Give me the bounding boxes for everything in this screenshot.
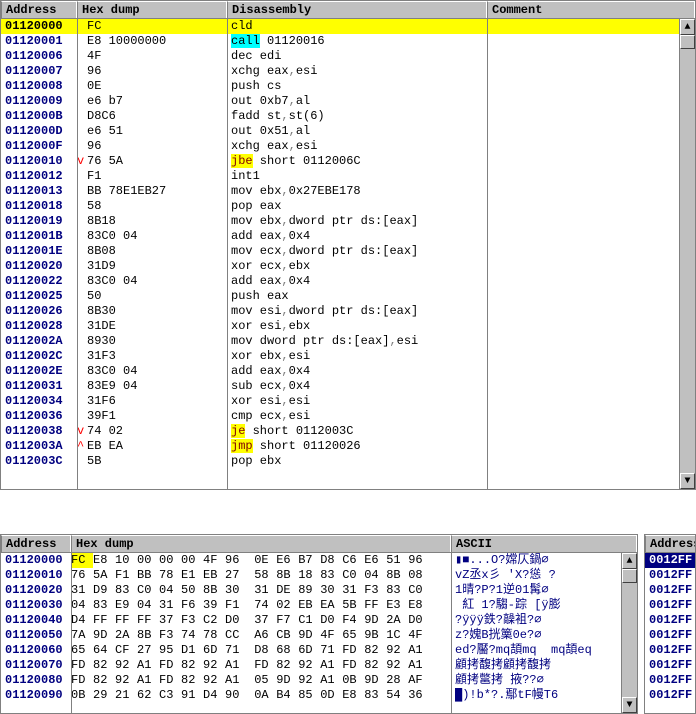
disasm-row[interactable]: 0112001B 83C0 04add eax,0x4 (1, 229, 695, 244)
stack-header: Address (645, 535, 695, 553)
col-disassembly[interactable]: Disassembly (227, 1, 487, 18)
divider (71, 553, 72, 713)
scroll-up-icon[interactable]: ▲ (622, 553, 637, 569)
scrollbar-vertical[interactable]: ▲ ▼ (621, 553, 637, 713)
col-address[interactable]: Address (1, 535, 71, 552)
disasm-header: Address Hex dump Disassembly Comment (1, 1, 695, 19)
stack-row[interactable]: 0012FF (645, 583, 695, 598)
col-hexdump[interactable]: Hex dump (77, 1, 227, 18)
disassembly-pane[interactable]: Address Hex dump Disassembly Comment 011… (0, 0, 696, 490)
disasm-row[interactable]: 01120012 F1int1 (1, 169, 695, 184)
disasm-row[interactable]: 01120026 8B30mov esi,dword ptr ds:[eax] (1, 304, 695, 319)
disasm-row[interactable]: 01120038v74 02je short 0112003C (1, 424, 695, 439)
divider (77, 19, 78, 489)
scroll-down-icon[interactable]: ▼ (680, 473, 695, 489)
scrollbar-vertical[interactable]: ▲ ▼ (679, 19, 695, 489)
disasm-row[interactable]: 0112002C 31F3xor ebx,esi (1, 349, 695, 364)
hexdump-rows[interactable]: 01120000FCE8100000004F96 0EE6B7D8C6E6519… (1, 553, 637, 703)
stack-row[interactable]: 0012FF (645, 553, 695, 568)
stack-row[interactable]: 0012FF (645, 568, 695, 583)
divider (451, 553, 452, 713)
hexdump-pane[interactable]: Address Hex dump ASCII 01120000FCE810000… (0, 534, 638, 714)
disasm-row[interactable]: 01120019 8B18mov ebx,dword ptr ds:[eax] (1, 214, 695, 229)
hex-row[interactable]: 011200900B292162C391D490 0AB4850DE883543… (1, 688, 637, 703)
stack-rows[interactable]: 0012FF0012FF0012FF0012FF0012FF0012FF0012… (645, 553, 695, 703)
disasm-row[interactable]: 0112000F 96xchg eax,esi (1, 139, 695, 154)
disasm-row[interactable]: 01120007 96xchg eax,esi (1, 64, 695, 79)
disasm-row[interactable]: 0112000D e6 51out 0x51,al (1, 124, 695, 139)
disasm-row[interactable]: 0112002E 83C0 04add eax,0x4 (1, 364, 695, 379)
hex-row[interactable]: 011200507A9D2A8BF37478CC A6CB9D4F659B1C4… (1, 628, 637, 643)
stack-row[interactable]: 0012FF (645, 643, 695, 658)
disasm-row[interactable]: 01120031 83E9 04sub ecx,0x4 (1, 379, 695, 394)
disasm-row[interactable]: 0112002A 8930mov dword ptr ds:[eax],esi (1, 334, 695, 349)
scroll-thumb[interactable] (680, 35, 695, 49)
col-comment[interactable]: Comment (487, 1, 695, 18)
divider (487, 19, 488, 489)
hex-row[interactable]: 011200300483E90431F639F1 7402EBEA5BFFE3E… (1, 598, 637, 613)
col-hexdump[interactable]: Hex dump (71, 535, 451, 552)
hex-row[interactable]: 01120040D4FFFFFF37F3C2D0 37F7C1D0F49D2AD… (1, 613, 637, 628)
disasm-row[interactable]: 01120020 31D9xor ecx,ebx (1, 259, 695, 274)
disasm-row[interactable]: 01120000 FCcld (1, 19, 695, 34)
hex-row[interactable]: 01120000FCE8100000004F96 0EE6B7D8C6E6519… (1, 553, 637, 568)
col-ascii[interactable]: ASCII (451, 535, 637, 552)
col-address[interactable]: Address (645, 535, 696, 552)
disasm-row[interactable]: 01120036 39F1cmp ecx,esi (1, 409, 695, 424)
hex-row[interactable]: 01120010765AF1BB78E1EB27 588B1883C0048B0… (1, 568, 637, 583)
disasm-row[interactable]: 01120025 50push eax (1, 289, 695, 304)
hex-row[interactable]: 011200606564CF2795D16D71 D8686D71FD8292A… (1, 643, 637, 658)
col-address[interactable]: Address (1, 1, 77, 18)
disasm-row[interactable]: 01120034 31F6xor esi,esi (1, 394, 695, 409)
disasm-row[interactable]: 0112001E 8B08mov ecx,dword ptr ds:[eax] (1, 244, 695, 259)
stack-row[interactable]: 0012FF (645, 598, 695, 613)
stack-row[interactable]: 0012FF (645, 613, 695, 628)
disasm-row[interactable]: 01120028 31DExor esi,ebx (1, 319, 695, 334)
disasm-row[interactable]: 0112003A^EB EAjmp short 01120026 (1, 439, 695, 454)
scroll-down-icon[interactable]: ▼ (622, 697, 637, 713)
hex-row[interactable]: 01120080FD8292A1FD8292A1 059D92A10B9D28A… (1, 673, 637, 688)
disasm-row[interactable]: 01120006 4Fdec edi (1, 49, 695, 64)
disasm-row[interactable]: 01120010v76 5Ajbe short 0112006C (1, 154, 695, 169)
disasm-row[interactable]: 01120018 58pop eax (1, 199, 695, 214)
disasm-row[interactable]: 01120022 83C0 04add eax,0x4 (1, 274, 695, 289)
divider (227, 19, 228, 489)
hex-row[interactable]: 01120070FD8292A1FD8292A1 FD8292A1FD8292A… (1, 658, 637, 673)
scroll-up-icon[interactable]: ▲ (680, 19, 695, 35)
disasm-rows[interactable]: 01120000 FCcld01120001 E8 10000000call 0… (1, 19, 695, 469)
hexdump-header: Address Hex dump ASCII (1, 535, 637, 553)
disasm-row[interactable]: 01120001 E8 10000000call 01120016 (1, 34, 695, 49)
disasm-row[interactable]: 01120013 BB 78E1EB27mov ebx,0x27EBE178 (1, 184, 695, 199)
stack-row[interactable]: 0012FF (645, 673, 695, 688)
stack-row[interactable]: 0012FF (645, 628, 695, 643)
stack-row[interactable]: 0012FF (645, 658, 695, 673)
stack-pane[interactable]: Address 0012FF0012FF0012FF0012FF0012FF00… (644, 534, 696, 714)
disasm-row[interactable]: 01120009 e6 b7out 0xb7,al (1, 94, 695, 109)
disasm-row[interactable]: 01120008 0Epush cs (1, 79, 695, 94)
disasm-row[interactable]: 0112003C 5Bpop ebx (1, 454, 695, 469)
hex-row[interactable]: 0112002031D983C004508B30 31DE893031F383C… (1, 583, 637, 598)
scroll-thumb[interactable] (622, 569, 637, 583)
disasm-row[interactable]: 0112000B D8C6fadd st,st(6) (1, 109, 695, 124)
stack-row[interactable]: 0012FF (645, 688, 695, 703)
